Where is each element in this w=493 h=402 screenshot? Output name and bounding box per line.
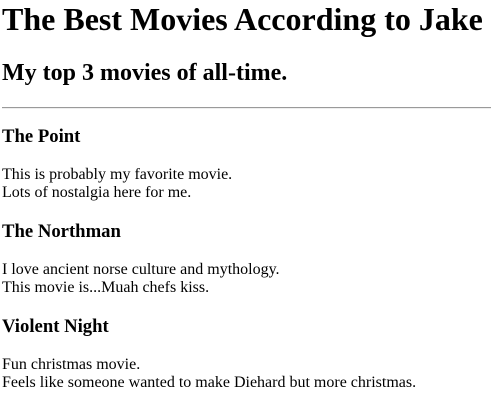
movie-title: The Point xyxy=(2,126,81,147)
movie-entry: The Point This is probably my favorite m… xyxy=(2,126,491,202)
description-line: I love ancient norse culture and mytholo… xyxy=(2,261,280,278)
movie-description: This is probably my favorite movie. Lots… xyxy=(2,166,491,202)
description-line: Fun christmas movie. xyxy=(2,356,141,373)
page-subtitle: My top 3 movies of all-time. xyxy=(2,60,288,86)
description-line: Lots of nostalgia here for me. xyxy=(2,184,192,201)
movie-title: The Northman xyxy=(2,221,121,242)
page-content: The Best Movies According to Jake My top… xyxy=(0,0,493,392)
movie-title: Violent Night xyxy=(2,316,109,337)
movie-description: I love ancient norse culture and mytholo… xyxy=(2,261,491,297)
movie-entry: The Northman I love ancient norse cultur… xyxy=(2,221,491,297)
divider xyxy=(2,107,491,109)
page-title: The Best Movies According to Jake xyxy=(2,1,483,37)
description-line: Feels like someone wanted to make Diehar… xyxy=(2,374,417,391)
movie-entry: Violent Night Fun christmas movie. Feels… xyxy=(2,316,491,392)
description-line: This movie is...Muah chefs kiss. xyxy=(2,279,210,296)
description-line: This is probably my favorite movie. xyxy=(2,166,233,183)
movie-description: Fun christmas movie. Feels like someone … xyxy=(2,356,491,392)
